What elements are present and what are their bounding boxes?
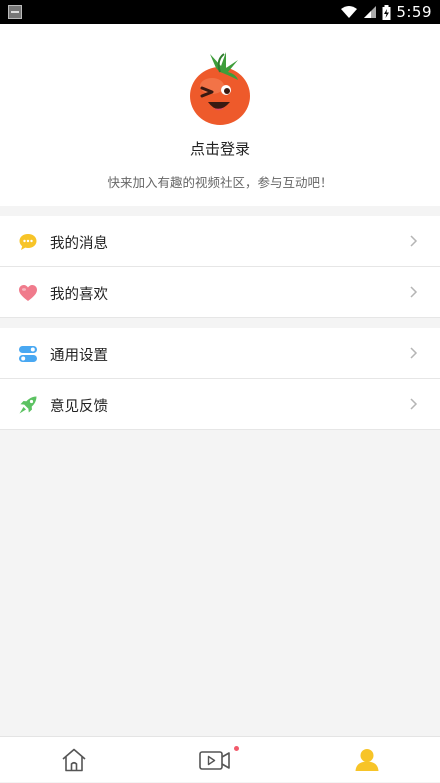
settings-toggle-icon: [19, 346, 37, 362]
menu-item-label: 我的喜欢: [50, 287, 108, 303]
heart-icon: [19, 285, 37, 301]
menu-item-label: 通用设置: [50, 348, 108, 364]
tomato-mascot-icon[interactable]: [186, 50, 254, 126]
battery-charging-icon: [382, 4, 391, 20]
notification-badge: [234, 746, 239, 751]
tab-video[interactable]: [186, 737, 246, 783]
menu-item-messages[interactable]: 我的消息: [0, 216, 440, 267]
video-camera-icon: [199, 751, 230, 770]
profile-header[interactable]: 点击登录 快来加入有趣的视频社区，参与互动吧！: [0, 24, 440, 206]
signal-icon: [364, 6, 377, 18]
message-bubble-icon: [19, 234, 37, 250]
notification-icon: [8, 5, 22, 19]
chevron-right-icon: [410, 235, 418, 247]
menu-item-label: 我的消息: [50, 236, 108, 252]
chevron-right-icon: [410, 286, 418, 298]
tab-me[interactable]: [337, 737, 397, 783]
menu-group-1: 我的消息 我的喜欢: [0, 216, 440, 318]
profile-subtitle: 快来加入有趣的视频社区，参与互动吧！: [107, 175, 333, 190]
login-label[interactable]: 点击登录: [0, 138, 440, 159]
wifi-icon: [341, 6, 358, 18]
tab-home[interactable]: [44, 737, 104, 783]
menu-item-feedback[interactable]: 意见反馈: [0, 379, 440, 430]
bottom-tab-bar: [0, 736, 440, 782]
chevron-right-icon: [410, 347, 418, 359]
status-time: 5:59: [396, 3, 432, 21]
status-left: [8, 5, 22, 19]
chevron-right-icon: [410, 398, 418, 410]
menu-item-likes[interactable]: 我的喜欢: [0, 267, 440, 318]
status-bar: 5:59: [0, 0, 440, 24]
menu-item-settings[interactable]: 通用设置: [0, 328, 440, 379]
user-icon: [355, 749, 379, 771]
rocket-icon: [19, 396, 37, 414]
status-right: 5:59: [340, 3, 432, 21]
menu-group-2: 通用设置 意见反馈: [0, 328, 440, 430]
home-icon: [62, 748, 86, 772]
menu-item-label: 意见反馈: [50, 399, 108, 415]
